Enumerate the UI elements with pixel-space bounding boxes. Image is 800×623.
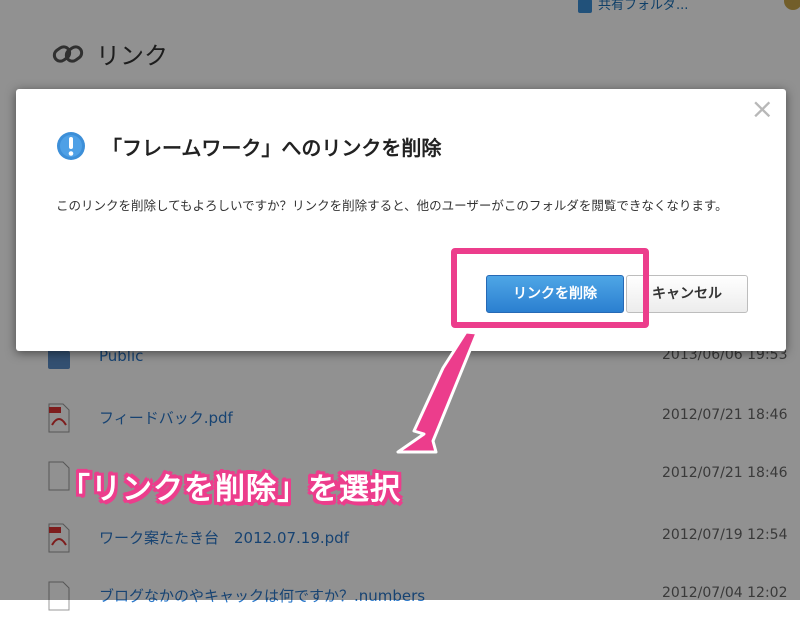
close-icon[interactable]: ×	[751, 95, 774, 123]
info-icon	[57, 132, 85, 160]
dialog-message: このリンクを削除してもよろしいですか？リンクを削除すると、他のユーザーがこのフォ…	[56, 198, 728, 213]
annotation-caption: 「リンクを削除」を選択	[60, 472, 401, 507]
dialog-title: 「フレームワーク」へのリンクを削除	[56, 131, 441, 161]
delete-link-dialog: × 「フレームワーク」へのリンクを削除 このリンクを削除してもよろしいですか？リ…	[16, 89, 786, 351]
dialog-title-text: 「フレームワーク」へのリンクを削除	[102, 135, 442, 160]
highlight-box	[451, 248, 649, 328]
